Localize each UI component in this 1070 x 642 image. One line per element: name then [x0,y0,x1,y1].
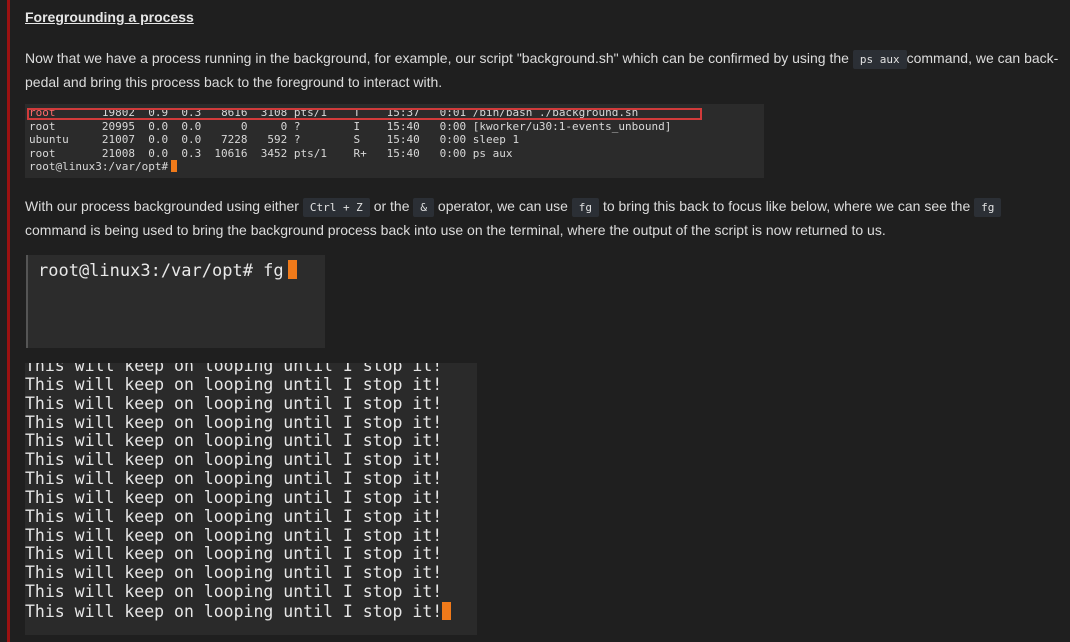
loop-output: This will keep on looping until I stop i… [25,363,477,622]
code-fg-2: fg [974,198,1002,217]
code-ampersand: & [413,198,435,217]
fg-terminal: root@linux3:/var/opt# fg [26,255,325,348]
fg-command-line: root@linux3:/var/opt# fg [28,255,325,286]
paragraph-fg-text-4: to bring this back to focus like below, … [602,198,971,214]
code-ctrl-z: Ctrl + Z [302,198,370,217]
ps-row: ubuntu 21007 0.0 0.0 7228 592 ? S 15:40 … [29,133,520,146]
code-fg: fg [571,198,600,217]
loop-output-terminal: This will keep on looping until I stop i… [25,363,477,635]
loop-line: This will keep on looping until I stop i… [25,412,443,432]
ps-row: root 21008 0.0 0.3 10616 3452 pts/1 R+ 1… [29,146,513,160]
paragraph-fg-text-3: operator, we can use [437,198,568,214]
loop-line: This will keep on looping until I stop i… [25,544,443,564]
paragraph-intro: Now that we have a process running in th… [25,47,1060,94]
loop-line: This will keep on looping until I stop i… [25,525,443,545]
paragraph-fg-text-5: command is being used to bring the backg… [25,222,886,238]
terminal-cursor [442,601,452,620]
section-heading: Foregrounding a process [25,9,194,25]
left-accent-bar [7,0,10,642]
loop-line: This will keep on looping until I stop i… [25,601,443,621]
ps-row: root 19802 0.9 0.3 8616 3108 pts/1 T 15:… [29,106,639,119]
ps-prompt: root@linux3:/var/opt# [29,160,169,173]
ps-row-user: root [29,106,56,119]
ps-aux-output: root 19802 0.9 0.3 8616 3108 pts/1 T 15:… [25,104,764,174]
terminal-cursor [287,260,297,279]
loop-line: This will keep on looping until I stop i… [25,563,443,583]
loop-line: This will keep on looping until I stop i… [25,469,443,489]
loop-line: This will keep on looping until I stop i… [25,450,443,470]
paragraph-fg-text-2: or the [373,198,410,214]
fg-command: root@linux3:/var/opt# fg [38,261,284,281]
loop-line: This will keep on looping until I stop i… [25,363,443,375]
paragraph-fg: With our process backgrounded using eith… [25,195,1060,242]
ps-aux-terminal: root 19802 0.9 0.3 8616 3108 pts/1 T 15:… [25,104,764,178]
loop-line: This will keep on looping until I stop i… [25,374,443,394]
loop-line: This will keep on looping until I stop i… [25,393,443,413]
ps-row: root 20995 0.0 0.0 0 0 ? I 15:40 0:00 [k… [29,119,672,133]
paragraph-intro-text-1: Now that we have a process running in th… [25,50,849,66]
paragraph-fg-text-1: With our process backgrounded using eith… [25,198,299,214]
loop-line: This will keep on looping until I stop i… [25,487,443,507]
loop-line: This will keep on looping until I stop i… [25,431,443,451]
loop-line: This will keep on looping until I stop i… [25,582,443,602]
terminal-cursor [171,160,178,172]
loop-line: This will keep on looping until I stop i… [25,506,443,526]
code-ps-aux: ps aux [852,50,907,69]
